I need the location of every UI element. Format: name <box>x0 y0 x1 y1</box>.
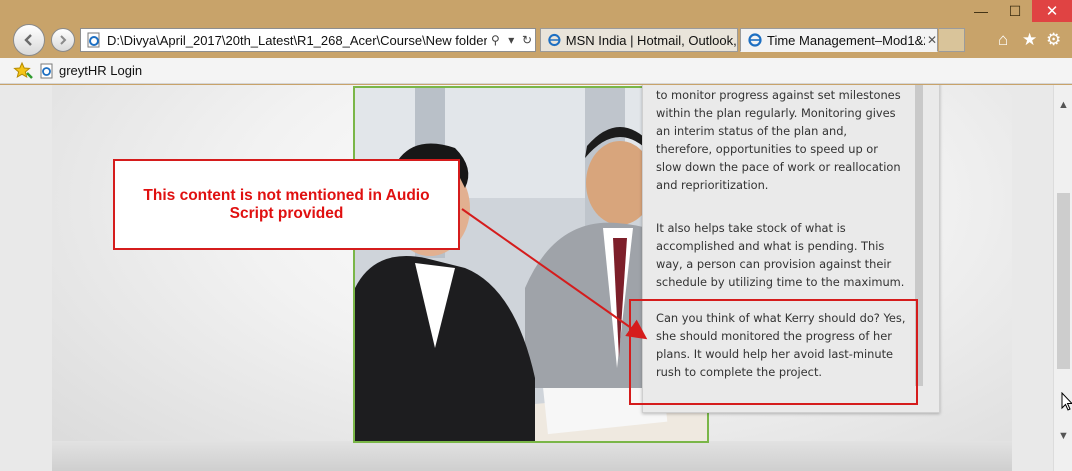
tab-msn[interactable]: MSN India | Hotmail, Outlook, ... <box>540 28 738 52</box>
scroll-up-icon[interactable]: ▲ <box>1057 99 1070 111</box>
home-icon[interactable]: ⌂ <box>998 30 1008 50</box>
close-tab-icon[interactable]: ✕ <box>927 33 937 47</box>
address-bar[interactable]: D:\Divya\April_2017\20th_Latest\R1_268_A… <box>80 28 536 52</box>
scroll-down-icon[interactable]: ▼ <box>1057 430 1070 442</box>
ie-page-icon <box>748 33 762 47</box>
close-window-button[interactable]: ✕ <box>1032 0 1072 22</box>
forward-arrow-icon <box>60 35 67 45</box>
new-tab-button[interactable] <box>939 28 965 52</box>
ie-page-icon <box>548 33 561 47</box>
refresh-icon[interactable]: ↻ <box>519 33 535 47</box>
page-file-icon <box>85 31 103 49</box>
browser-window: — ☐ ✕ D:\Divya\April_2017\20th_Latest\R1… <box>0 0 1072 471</box>
forward-button[interactable] <box>51 28 75 52</box>
add-favorite-icon[interactable] <box>13 61 33 81</box>
tab-time-management[interactable]: Time Management–Mod1&2 ✕ <box>740 28 938 52</box>
address-dropdown-icon[interactable]: ▾ <box>503 33 519 47</box>
tab-label: Time Management–Mod1&2 <box>767 32 925 48</box>
ie-page-icon <box>40 63 53 78</box>
slide-footer-band <box>52 441 1012 471</box>
back-button[interactable] <box>13 24 45 56</box>
scrollbar-thumb[interactable] <box>1057 193 1070 369</box>
mouse-cursor-icon <box>1061 392 1072 411</box>
favorite-link-label: greytHR Login <box>59 63 143 78</box>
url-text[interactable]: D:\Divya\April_2017\20th_Latest\R1_268_A… <box>107 33 487 48</box>
slide-paragraph: and methodical way, it is equally import… <box>656 88 901 192</box>
search-icon[interactable]: ⚲ <box>487 33 503 47</box>
review-highlight-box <box>629 299 918 405</box>
review-comment-text: This content is not mentioned in Audio S… <box>143 186 430 222</box>
tab-label: MSN India | Hotmail, Outlook, ... <box>565 32 737 48</box>
navigation-bar: D:\Divya\April_2017\20th_Latest\R1_268_A… <box>0 22 1072 58</box>
favorite-link-greythr[interactable]: greytHR Login <box>39 63 142 79</box>
back-arrow-icon <box>24 34 32 46</box>
page-content: and methodical way, it is equally import… <box>0 85 1053 471</box>
page-vertical-scrollbar[interactable]: ▲ ▼ <box>1053 85 1072 471</box>
favorites-bar: greytHR Login <box>0 58 1072 84</box>
maximize-button[interactable]: ☐ <box>998 0 1032 22</box>
favorites-icon[interactable]: ★ <box>1022 30 1037 50</box>
gear-icon[interactable]: ⚙ <box>1046 30 1061 50</box>
slide-paragraph: It also helps take stock of what is acco… <box>656 221 905 289</box>
minimize-button[interactable]: — <box>964 0 998 22</box>
review-comment-callout: This content is not mentioned in Audio S… <box>113 159 460 250</box>
